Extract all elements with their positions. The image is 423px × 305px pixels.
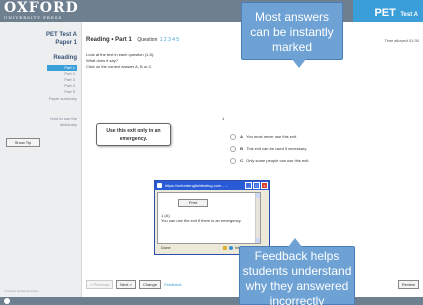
- exit-notice-sign: Use this exit only in an emergency.: [96, 123, 171, 146]
- popup-title: https://oxfordenglishtesting.com - ...: [165, 183, 229, 188]
- answer-option-a[interactable]: A You must never use this exit.: [230, 134, 297, 140]
- question-label: Question: [137, 37, 158, 43]
- sidebar: PET Test A Paper 1 Reading Part 1 Part 2…: [0, 22, 82, 297]
- info-icon[interactable]: [4, 298, 10, 304]
- sidebar-reading-label: Reading: [53, 55, 77, 61]
- how-to-use-dictionary-link[interactable]: How to use the dictionary: [37, 116, 77, 128]
- review-button[interactable]: Review: [397, 280, 419, 289]
- callout-feedback: Feedback helps students understand why t…: [239, 238, 355, 305]
- header-bar: OXFORD UNIVERSITY PRESS PET Test A: [0, 0, 423, 22]
- notice-line-1: Use this exit only in an: [106, 128, 161, 134]
- logo-main-text: OXFORD: [4, 0, 79, 16]
- bottom-navigation: < Previous Next > Change Feedback: [86, 280, 182, 289]
- callout-instant-marking: Most answers can be instantly marked: [241, 2, 343, 68]
- option-letter: A: [240, 134, 244, 140]
- radio-button-icon[interactable]: [230, 146, 236, 152]
- radio-button-icon[interactable]: [230, 158, 236, 164]
- close-icon[interactable]: ×: [261, 182, 268, 189]
- answer-explanation: You can use the exit if there is an emer…: [161, 218, 242, 223]
- copyright-text: © Oxford University Press: [4, 289, 39, 293]
- reading-header: Reading • Part 1 Question 1 2 3 4 5: [86, 37, 179, 43]
- sidebar-paper-label: Paper 1: [55, 40, 77, 46]
- lock-icon: [223, 246, 227, 250]
- notice-line-2: emergency.: [119, 136, 148, 142]
- test-title-sub: Test A: [400, 12, 418, 18]
- callout-line: Most answers: [254, 10, 330, 24]
- status-done: Done: [161, 245, 171, 250]
- test-title-main: PET: [374, 7, 396, 19]
- show-tip-button[interactable]: Show Tip: [6, 138, 40, 147]
- option-text: You must never use this exit.: [246, 134, 298, 140]
- minimize-icon[interactable]: _: [245, 182, 252, 189]
- callout-line: incorrectly: [269, 294, 325, 305]
- window-controls: _ □ ×: [244, 182, 268, 191]
- test-title-panel: PET Test A: [353, 0, 423, 22]
- callout-line: Feedback helps: [254, 249, 340, 263]
- question-number-links[interactable]: 1 2 3 4 5: [160, 37, 179, 43]
- option-letter: C: [240, 158, 244, 164]
- maximize-icon[interactable]: □: [253, 182, 260, 189]
- callout-line: can be instantly: [250, 25, 334, 39]
- how-to-line-2: dictionary: [59, 122, 77, 127]
- next-button[interactable]: Next >: [116, 280, 136, 289]
- print-button[interactable]: Print: [178, 199, 208, 207]
- paper-summary-link[interactable]: Paper summary: [49, 96, 77, 101]
- feedback-link[interactable]: Feedback: [164, 282, 182, 287]
- change-button[interactable]: Change: [138, 280, 161, 289]
- popup-titlebar[interactable]: https://oxfordenglishtesting.com - ... _…: [155, 181, 269, 190]
- instructions: Look at the text in each question (1-5).…: [86, 52, 154, 70]
- test-title: PET Test A: [374, 3, 418, 21]
- callout-line: marked: [271, 40, 312, 54]
- option-letter: B: [240, 146, 244, 152]
- sidebar-item-part-5[interactable]: Part 5: [47, 89, 77, 95]
- globe-icon: [229, 246, 233, 250]
- popup-body: Print 1 (A) You can use the exit if ther…: [157, 192, 261, 244]
- oxford-logo: OXFORD UNIVERSITY PRESS: [4, 0, 84, 20]
- callout-arrow: [288, 238, 302, 247]
- popup-scrollbar[interactable]: [255, 193, 260, 243]
- question-number: 1: [222, 116, 225, 121]
- popup-answer: 1 (A) You can use the exit if there is a…: [161, 213, 242, 223]
- callout-arrow: [292, 59, 306, 68]
- browser-favicon-icon: [157, 183, 162, 188]
- answer-option-c[interactable]: C Only some people can use this exit.: [230, 158, 309, 164]
- callout-line: students understand: [242, 264, 352, 278]
- feedback-popup-window: https://oxfordenglishtesting.com - ... _…: [154, 180, 270, 255]
- footer-bar: [0, 297, 423, 305]
- reading-part-title: Reading • Part 1: [86, 37, 132, 43]
- time-allowed: Time allowed 01:30: [384, 38, 419, 43]
- sidebar-parts-list: Part 1 Part 2 Part 3 Part 4 Part 5: [47, 65, 77, 95]
- option-text: This exit can be used if necessary.: [246, 146, 308, 152]
- answer-option-b[interactable]: B This exit can be used if necessary.: [230, 146, 307, 152]
- sidebar-test-label: PET Test A: [45, 32, 77, 38]
- callout-line: why they answered: [245, 279, 349, 293]
- instruction-line: Click on the correct answer A, B or C.: [86, 64, 153, 69]
- radio-button-icon[interactable]: [230, 134, 236, 140]
- option-text: Only some people can use this exit.: [246, 158, 310, 164]
- previous-button[interactable]: < Previous: [86, 280, 114, 289]
